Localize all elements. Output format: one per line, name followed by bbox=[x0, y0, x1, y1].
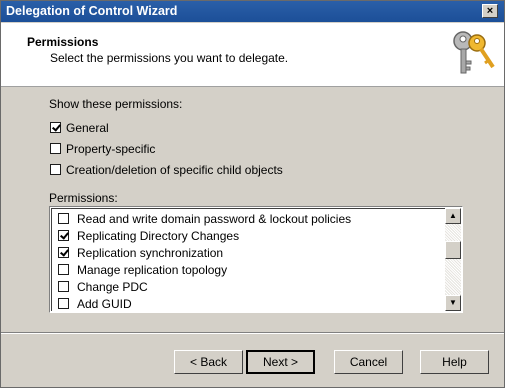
permission-label: Replicating Directory Changes bbox=[77, 229, 240, 243]
show-permissions-label: Show these permissions: bbox=[49, 97, 183, 111]
permissions-list[interactable]: Read and write domain password & lockout… bbox=[49, 206, 463, 313]
list-item[interactable]: Change PDC bbox=[52, 278, 445, 295]
scrollbar-thumb[interactable] bbox=[445, 241, 461, 259]
list-item[interactable]: Replicating Directory Changes bbox=[52, 227, 445, 244]
wizard-window: Delegation of Control Wizard × Permissio… bbox=[0, 0, 505, 388]
scroll-down-icon[interactable]: ▼ bbox=[445, 295, 461, 311]
permission-checkbox[interactable] bbox=[58, 264, 69, 275]
permission-label: Add GUID bbox=[77, 297, 132, 311]
permission-checkbox[interactable] bbox=[58, 281, 69, 292]
window-title: Delegation of Control Wizard bbox=[6, 4, 178, 18]
list-item[interactable]: Read and write domain password & lockout… bbox=[52, 210, 445, 227]
keys-icon bbox=[453, 31, 495, 74]
list-item[interactable]: Replication synchronization bbox=[52, 244, 445, 261]
permission-checkbox[interactable] bbox=[58, 230, 69, 241]
creation-deletion-checkbox[interactable] bbox=[50, 164, 61, 175]
permissions-label: Permissions: bbox=[49, 191, 118, 205]
vertical-scrollbar[interactable]: ▲ ▼ bbox=[445, 208, 461, 311]
permission-checkbox[interactable] bbox=[58, 247, 69, 258]
footer-divider bbox=[1, 332, 504, 334]
general-label[interactable]: General bbox=[66, 121, 109, 135]
property-specific-checkbox[interactable] bbox=[50, 143, 61, 154]
property-specific-label[interactable]: Property-specific bbox=[66, 142, 155, 156]
list-item[interactable]: Manage replication topology bbox=[52, 261, 445, 278]
permission-label: Replication synchronization bbox=[77, 246, 224, 260]
close-button[interactable]: × bbox=[482, 4, 498, 18]
permission-checkbox[interactable] bbox=[58, 298, 69, 309]
back-button[interactable]: < Back bbox=[174, 350, 243, 374]
cancel-button[interactable]: Cancel bbox=[334, 350, 403, 374]
permissions-list-items: Read and write domain password & lockout… bbox=[51, 208, 445, 311]
creation-deletion-label[interactable]: Creation/deletion of specific child obje… bbox=[66, 163, 283, 177]
help-button[interactable]: Help bbox=[420, 350, 489, 374]
permission-label: Change PDC bbox=[77, 280, 148, 294]
permission-label: Manage replication topology bbox=[77, 263, 228, 277]
title-bar[interactable]: Delegation of Control Wizard × bbox=[1, 1, 504, 22]
page-title: Permissions bbox=[27, 35, 99, 49]
wizard-header: Permissions Select the permissions you w… bbox=[1, 23, 504, 87]
permission-checkbox[interactable] bbox=[58, 213, 69, 224]
next-button[interactable]: Next > bbox=[246, 350, 315, 374]
page-subtitle: Select the permissions you want to deleg… bbox=[50, 51, 289, 65]
scroll-up-icon[interactable]: ▲ bbox=[445, 208, 461, 224]
list-item[interactable]: Add GUID bbox=[52, 295, 445, 311]
general-checkbox[interactable] bbox=[50, 122, 61, 133]
permission-label: Read and write domain password & lockout… bbox=[77, 212, 352, 226]
